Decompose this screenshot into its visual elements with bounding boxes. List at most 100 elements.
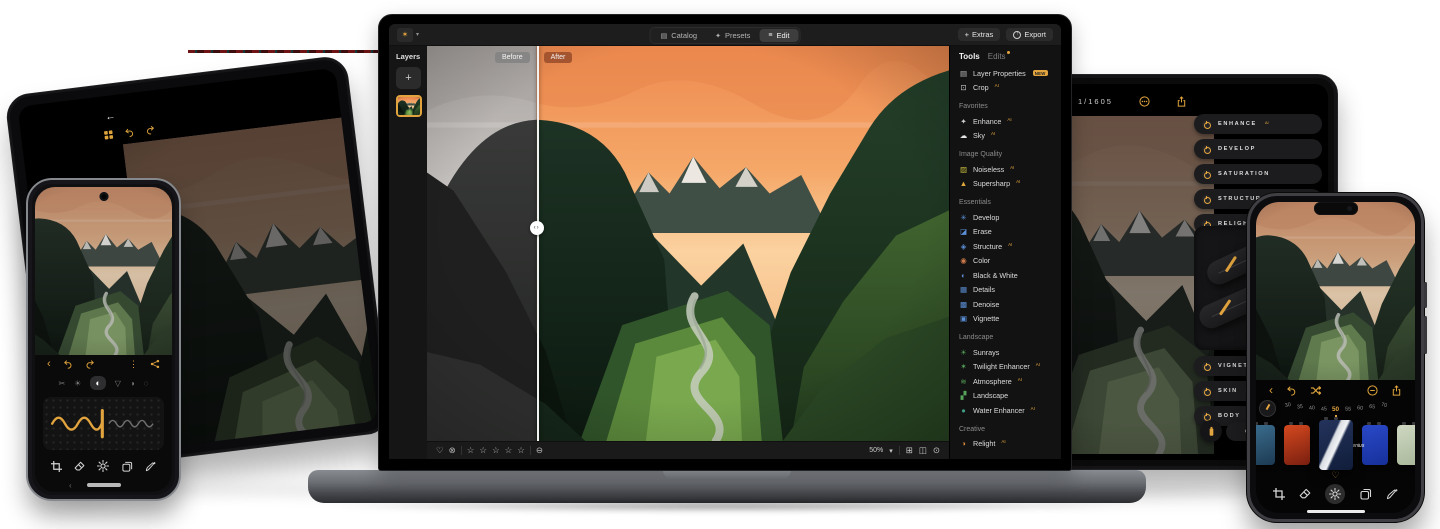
curve-slider[interactable] xyxy=(43,396,164,451)
share-icon[interactable] xyxy=(1391,385,1402,396)
tab-tools[interactable]: Tools xyxy=(959,52,980,61)
undo-icon[interactable] xyxy=(63,359,73,369)
back-chevron-icon[interactable]: ‹ xyxy=(1269,383,1273,397)
layers-icon[interactable] xyxy=(122,461,133,472)
android-back-icon[interactable]: ‹ xyxy=(69,481,72,490)
tool-card[interactable]: DEVELOP xyxy=(1194,139,1322,159)
photo-canvas[interactable] xyxy=(1256,202,1415,380)
filter-card[interactable] xyxy=(1283,422,1310,466)
top-tab[interactable]: ▤ Catalog xyxy=(652,29,706,42)
tool-item[interactable]: ☁ Sky AI xyxy=(959,129,1055,144)
dial-value[interactable]: 60 xyxy=(1353,405,1366,412)
tool-item[interactable]: ◪ Erase xyxy=(959,225,1055,240)
crop-icon[interactable] xyxy=(1273,488,1285,500)
more-options-icon[interactable] xyxy=(1139,96,1150,107)
filter-card[interactable]: Genius xyxy=(1349,422,1388,466)
adjustment-tab-icon[interactable]: ▽ xyxy=(115,379,121,388)
power-toggle-icon[interactable] xyxy=(1202,119,1211,129)
adjustment-tab-icon[interactable]: ☀ xyxy=(74,379,81,388)
tool-item[interactable]: ✦ Enhance AI xyxy=(959,114,1055,129)
power-toggle-icon[interactable] xyxy=(1202,361,1211,371)
compare-divider[interactable] xyxy=(536,46,539,441)
adjustment-tab-icon[interactable]: ◌ xyxy=(144,379,149,388)
favorite-heart-icon[interactable]: ♡ xyxy=(1331,470,1339,481)
dial-value[interactable]: 40 xyxy=(1305,405,1318,412)
filter-card[interactable] xyxy=(1256,422,1275,466)
share-icon[interactable] xyxy=(1176,96,1187,107)
kebab-menu-icon[interactable]: ⋮ xyxy=(129,359,138,370)
compare-view-icon[interactable]: ⊞ xyxy=(906,445,913,456)
layer-thumbnail[interactable] xyxy=(396,95,422,117)
adjust-sun-icon[interactable] xyxy=(97,460,109,472)
retouch-brush-icon[interactable] xyxy=(1386,488,1398,500)
tool-item[interactable]: ● Water Enhancer AI xyxy=(959,403,1055,418)
crop-icon[interactable] xyxy=(51,461,62,472)
tool-item[interactable]: ▤ Layer Properties NEW xyxy=(959,66,1055,81)
dial-value[interactable]: 70 xyxy=(1377,401,1390,410)
dial-value[interactable]: 45 xyxy=(1317,406,1329,413)
redo-icon[interactable] xyxy=(85,359,95,369)
dial-value[interactable]: 35 xyxy=(1293,403,1306,411)
top-tab[interactable]: ✦ Presets xyxy=(706,29,759,42)
tool-item[interactable]: ▩ Denoise xyxy=(959,297,1055,312)
power-toggle-icon[interactable] xyxy=(1202,169,1211,179)
dial-value[interactable]: 65 xyxy=(1365,403,1378,411)
tool-item[interactable]: ◑ Relight AI xyxy=(959,437,1055,452)
tool-item[interactable]: ◉ Color xyxy=(959,254,1055,269)
grid-view-icon[interactable] xyxy=(103,129,114,140)
filter-card[interactable] xyxy=(1396,422,1415,466)
eraser-icon[interactable] xyxy=(74,461,85,472)
tool-item[interactable]: ▲ Supersharp AI xyxy=(959,177,1055,192)
export-button[interactable]: ↑ Export xyxy=(1006,28,1053,41)
adjustment-tab-icon[interactable]: ◐ xyxy=(90,376,106,391)
extras-button[interactable]: + Extras xyxy=(957,28,1001,41)
photo-canvas[interactable] xyxy=(35,187,172,355)
tool-item[interactable]: ✳ Develop xyxy=(959,210,1055,225)
remove-filter-icon[interactable] xyxy=(1367,385,1378,396)
zoom-chevron-icon[interactable]: ▾ xyxy=(889,447,893,455)
photo-canvas[interactable]: Before After ‹› xyxy=(427,46,949,441)
tab-edits[interactable]: Edits xyxy=(988,51,1010,61)
undo-icon[interactable] xyxy=(124,127,135,138)
redo-icon[interactable] xyxy=(145,124,156,135)
amount-knob[interactable] xyxy=(1259,400,1276,418)
zoom-level[interactable]: 50% xyxy=(869,447,883,454)
retouch-brush-icon[interactable] xyxy=(145,461,156,472)
dial-value[interactable]: 30 xyxy=(1281,401,1294,410)
split-view-icon[interactable]: ◫ xyxy=(919,445,927,456)
power-toggle-icon[interactable] xyxy=(1202,194,1211,204)
back-chevron-icon[interactable]: ‹ xyxy=(47,358,51,370)
layers-icon[interactable] xyxy=(1360,488,1372,500)
dial-value[interactable]: 50 xyxy=(1330,406,1342,413)
adjustment-tab-icon[interactable]: ✂ xyxy=(58,379,65,388)
tool-card[interactable]: ENHANCE AI xyxy=(1194,114,1322,134)
home-indicator[interactable] xyxy=(1306,509,1365,513)
home-gesture-pill[interactable] xyxy=(86,483,121,488)
chevron-down-icon[interactable]: ▾ xyxy=(416,31,419,38)
tool-item[interactable]: ✶ Twilight Enhancer AI xyxy=(959,360,1055,375)
tool-item[interactable]: ≋ Atmosphere AI xyxy=(959,374,1055,389)
dial-value[interactable]: 55 xyxy=(1341,406,1353,413)
share-icon[interactable] xyxy=(150,359,160,369)
tool-item[interactable]: ⊡ Crop AI xyxy=(959,81,1055,96)
tool-item[interactable]: ▦ Details xyxy=(959,283,1055,298)
tool-item[interactable]: ▨ Noiseless AI xyxy=(959,162,1055,177)
tool-item[interactable]: ☀ Sunrays xyxy=(959,345,1055,360)
adjust-tab-selected[interactable] xyxy=(1325,484,1346,504)
compare-slider-handle[interactable]: ‹› xyxy=(529,220,544,235)
top-tab[interactable]: ≡ Edit xyxy=(759,29,799,42)
power-toggle-icon[interactable] xyxy=(1202,144,1211,154)
filter-card[interactable] xyxy=(1318,417,1353,471)
photo-canvas[interactable] xyxy=(1056,116,1214,454)
tool-item[interactable]: ◐ Black & White xyxy=(959,268,1055,283)
add-layer-button[interactable]: + xyxy=(396,67,421,89)
tool-card[interactable]: SATURATION xyxy=(1194,164,1322,184)
amount-dial[interactable]: 30 35 40 45 50 55 60 65 70 xyxy=(1256,400,1415,422)
shuffle-icon[interactable] xyxy=(1310,385,1321,396)
tool-item[interactable]: ▣ Vignette xyxy=(959,312,1055,327)
tool-item[interactable]: ▞ Landscape xyxy=(959,389,1055,404)
tool-item[interactable]: ◈ Structure AI xyxy=(959,239,1055,254)
app-logo[interactable]: ✶ xyxy=(397,27,413,42)
preview-eye-icon[interactable]: ⊙ xyxy=(933,445,940,456)
back-arrow-icon[interactable]: ← xyxy=(105,111,116,123)
